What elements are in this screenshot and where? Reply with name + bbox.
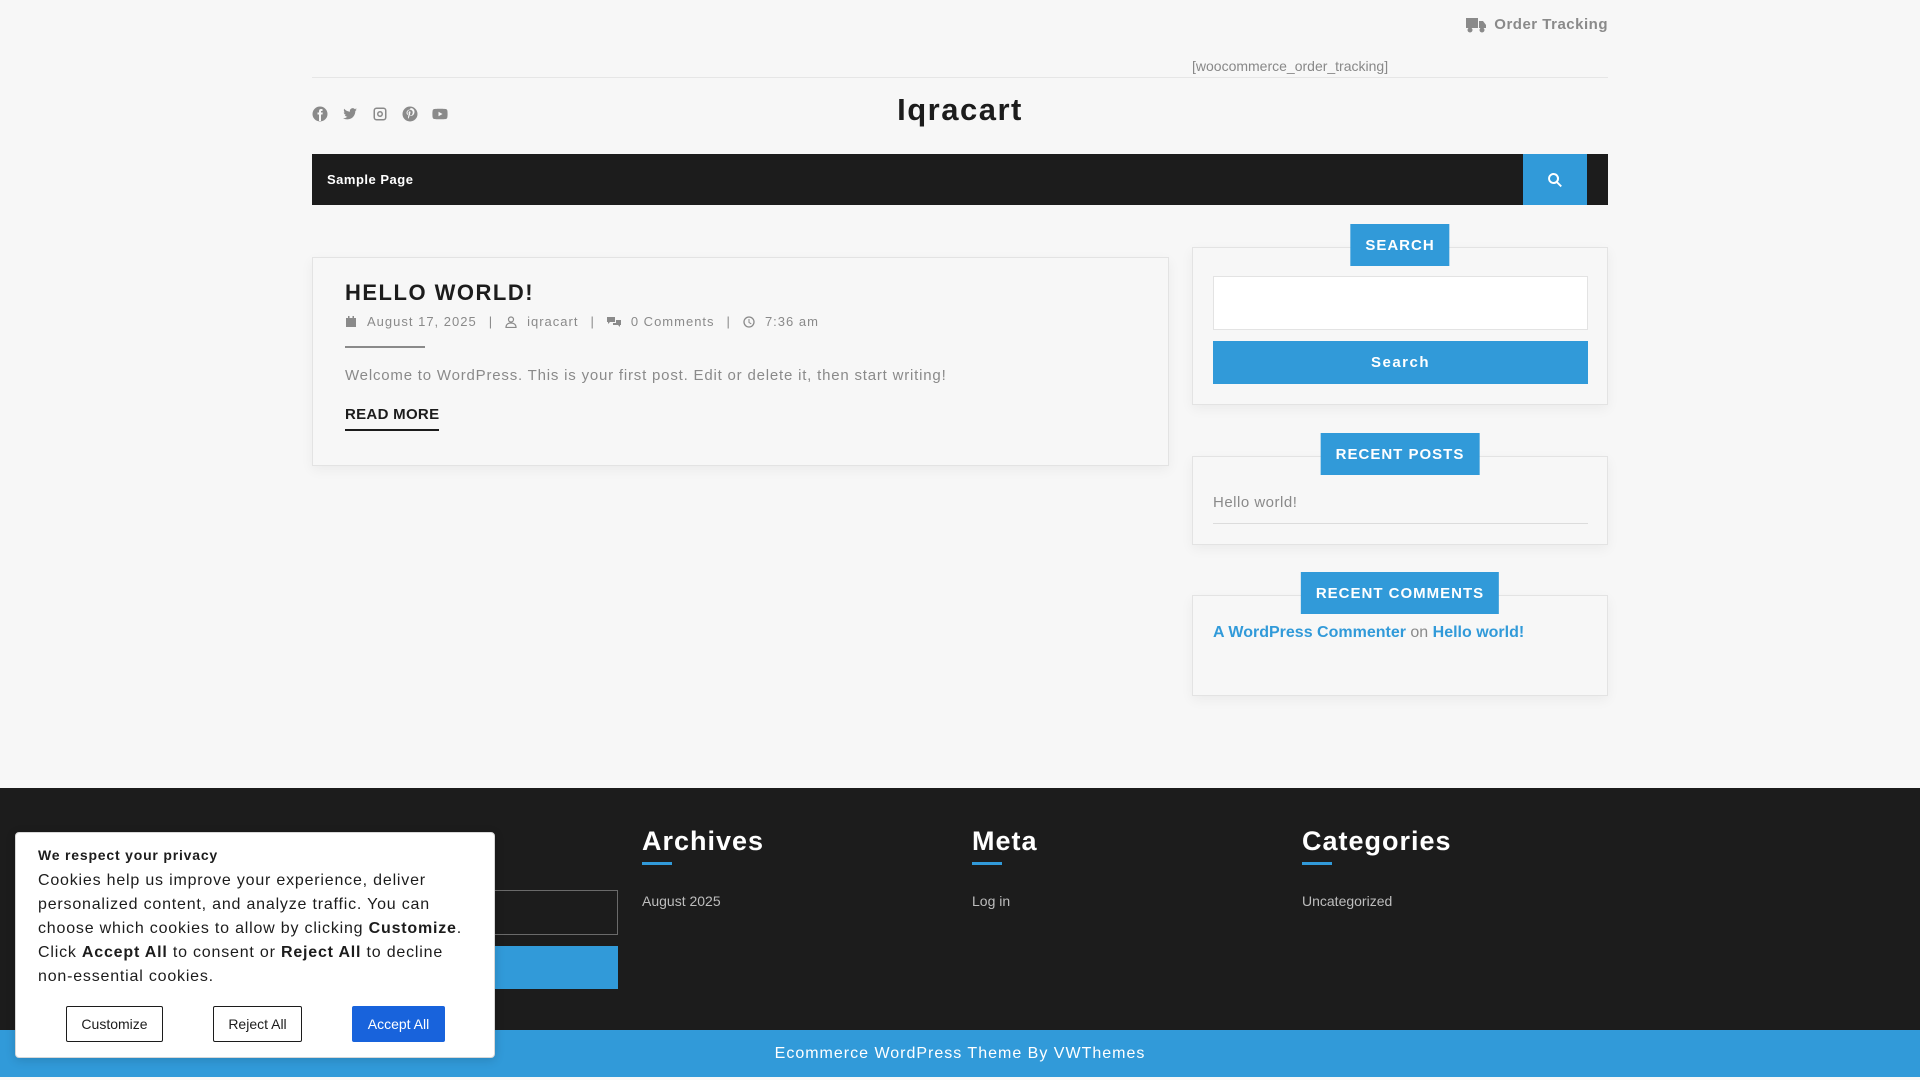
search-widget: SEARCH Search <box>1192 224 1608 405</box>
cookie-text-bold: Accept All <box>81 944 168 961</box>
post-date[interactable]: August 17, 2025 <box>367 314 477 329</box>
footer-heading: Categories <box>1302 826 1452 865</box>
copyright-text[interactable]: Ecommerce WordPress Theme By VWThemes <box>775 1045 1146 1063</box>
main-nav: Sample Page <box>312 154 1608 205</box>
widget-title: SEARCH <box>1350 224 1450 266</box>
login-link[interactable]: Log in <box>972 893 1038 909</box>
meta-separator: | <box>726 314 731 329</box>
footer-archives: Archives August 2025 <box>642 826 764 909</box>
post-card: HELLO WORLD! August 17, 2025 | iqracart … <box>312 257 1169 466</box>
widget-title: RECENT COMMENTS <box>1300 572 1500 614</box>
footer-heading: Meta <box>972 826 1038 865</box>
reject-all-button[interactable]: Reject All <box>213 1006 302 1042</box>
post-time: 7:36 am <box>764 314 819 329</box>
meta-separator: | <box>590 314 595 329</box>
widget-title: RECENT POSTS <box>1320 433 1480 475</box>
customize-button[interactable]: Customize <box>66 1006 163 1042</box>
cookie-title: We respect your privacy <box>38 847 218 863</box>
divider <box>1213 523 1588 524</box>
post-meta: August 17, 2025 | iqracart | 0 Comments … <box>345 314 819 329</box>
footer-meta: Meta Log in <box>972 826 1038 909</box>
calendar-icon <box>346 315 356 327</box>
top-bar: Order Tracking [woocommerce_order_tracki… <box>312 0 1608 80</box>
comment-post-link[interactable]: Hello world! <box>1433 624 1525 641</box>
clock-icon <box>743 315 755 328</box>
category-link[interactable]: Uncategorized <box>1302 893 1452 909</box>
nav-item-sample-page[interactable]: Sample Page <box>327 172 413 187</box>
order-tracking-label: Order Tracking <box>1494 16 1608 33</box>
recent-comment: A WordPress Commenter on Hello world! <box>1213 624 1524 642</box>
comment-on-text: on <box>1410 624 1429 641</box>
post-excerpt: Welcome to WordPress. This is your first… <box>345 367 947 384</box>
cookie-text-part: to consent or <box>167 944 281 961</box>
footer-heading: Archives <box>642 826 764 865</box>
cookie-text-bold: Reject All <box>280 944 362 961</box>
footer-categories: Categories Uncategorized <box>1302 826 1452 909</box>
user-icon <box>505 315 517 328</box>
cookie-banner: We respect your privacy Cookies help us … <box>15 832 495 1058</box>
divider <box>312 77 1608 78</box>
order-tracking-link[interactable]: Order Tracking <box>1466 16 1608 33</box>
divider <box>345 346 425 348</box>
cookie-text: Cookies help us improve your experience,… <box>38 869 472 989</box>
brand-row: Iqracart <box>312 80 1608 154</box>
meta-separator: | <box>488 314 494 329</box>
recent-comments-widget: RECENT COMMENTS A WordPress Commenter on… <box>1192 572 1608 696</box>
archive-link[interactable]: August 2025 <box>642 893 764 909</box>
shortcode-text: [woocommerce_order_tracking] <box>1192 58 1389 74</box>
recent-post-link[interactable]: Hello world! <box>1213 494 1297 511</box>
search-icon <box>1548 172 1562 187</box>
post-author[interactable]: iqracart <box>527 314 578 329</box>
accept-all-button[interactable]: Accept All <box>352 1006 445 1042</box>
search-button[interactable]: Search <box>1213 341 1588 384</box>
truck-icon <box>1466 17 1487 32</box>
cookie-buttons: Customize Reject All Accept All <box>66 1006 445 1042</box>
nav-search-button[interactable] <box>1523 154 1587 205</box>
recent-posts-widget: RECENT POSTS Hello world! <box>1192 433 1608 545</box>
post-title[interactable]: HELLO WORLD! <box>345 280 534 306</box>
site-title[interactable]: Iqracart <box>312 92 1608 128</box>
read-more-link[interactable]: READ MORE <box>345 406 440 431</box>
search-input[interactable] <box>1213 276 1588 330</box>
post-comments[interactable]: 0 Comments <box>631 314 715 329</box>
comment-author-link[interactable]: A WordPress Commenter <box>1213 624 1406 641</box>
cookie-text-bold: Customize <box>368 920 457 937</box>
comments-icon <box>606 316 621 327</box>
